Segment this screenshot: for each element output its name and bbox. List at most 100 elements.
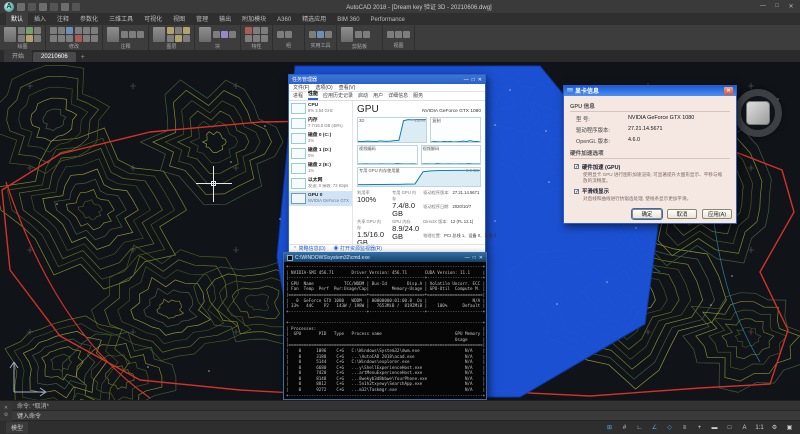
object-tracking-icon[interactable]: ≡ [680,425,689,431]
circle-tool-icon[interactable] [26,27,33,34]
sidebar-item-disk2[interactable]: 磁盘 2 (E:)1% [289,161,352,176]
new-tab-button[interactable]: + [77,54,89,62]
table-tool-icon[interactable] [137,31,144,38]
sidebar-item-cpu[interactable]: CPU8% 3.54 GHz [289,101,352,116]
copy-tool-icon[interactable] [50,35,57,42]
ribbon-tab-manage[interactable]: 管理 [191,12,213,25]
lineweight-ctl-icon[interactable] [261,27,268,34]
taskman-tab-users[interactable]: 用户 [373,92,383,100]
maximize-icon[interactable]: □ [772,3,782,10]
ribbon-group-label[interactable]: 块 [199,42,236,50]
taskman-maximize-icon[interactable]: □ [472,77,475,83]
app-logo-icon[interactable]: A [4,2,14,12]
file-tab-drawing[interactable]: 20210606 [33,52,76,62]
layer-lock-icon[interactable] [183,27,190,34]
arc-tool-icon[interactable] [34,27,41,34]
trim-tool-icon[interactable] [66,27,73,34]
cut-icon[interactable] [363,31,370,38]
file-tab-start[interactable]: 开始 [4,49,32,62]
cancel-button[interactable]: 取消 [667,209,697,219]
ribbon-group-label[interactable]: 视图 [387,41,410,49]
text-tool-icon[interactable] [107,27,119,42]
dynamic-input-icon[interactable]: + [695,425,704,431]
taskman-tab-services[interactable]: 服务 [413,92,423,100]
create-block-icon[interactable] [213,31,220,38]
ok-button[interactable]: 确定 [632,209,662,219]
ribbon-tab-bim360[interactable]: BIM 360 [332,15,364,25]
insert-block-icon[interactable] [199,27,211,42]
ribbon-tab-annotate[interactable]: 注释 [52,12,74,25]
grid-toggle-icon[interactable]: ⊞ [605,424,614,431]
edit-block-icon[interactable] [221,31,228,38]
taskman-title-bar[interactable]: 任务管理器 — □ ✕ [289,75,485,84]
ribbon-tab-performance[interactable]: Performance [366,15,410,25]
hatch-tool-icon[interactable] [26,35,33,42]
sidebar-item-disk0[interactable]: 磁盘 0 (C:)2% [289,131,352,146]
isolate-objects-icon[interactable]: ▣ [785,424,794,431]
ribbon-tab-view[interactable]: 视图 [168,12,190,25]
redo-icon[interactable] [72,3,80,11]
group-create-icon[interactable] [277,31,284,38]
viewcube-cube[interactable] [746,101,770,125]
block-attr-icon[interactable] [229,31,236,38]
workspace-gear-icon[interactable]: ⚙ [770,424,779,431]
rect-tool-icon[interactable] [18,35,25,42]
command-customize-icon[interactable]: ⚙ [4,412,8,418]
measure-tool-icon[interactable] [309,31,316,38]
resource-monitor-link[interactable]: ◉ 打开资源监视器(R) [334,245,382,252]
close-icon[interactable]: ✕ [786,3,796,10]
taskman-tab-performance[interactable]: 性能 [308,90,318,100]
id-point-icon[interactable] [325,31,332,38]
checkbox-icon[interactable]: ✓ [574,189,579,194]
plot-icon[interactable] [50,3,58,11]
new-file-icon[interactable] [17,3,25,11]
offset-tool-icon[interactable] [91,35,98,42]
command-input[interactable]: 键入命令 [12,411,800,421]
ribbon-tab-addins[interactable]: 附加模块 [237,12,271,25]
sidebar-item-disk1[interactable]: 磁盘 1 (D:)0% [289,146,352,161]
ribbon-group-label[interactable]: 特性 [245,42,268,50]
ribbon-group-label[interactable]: 实用工具 [309,41,332,49]
layer-freeze-icon[interactable] [175,27,182,34]
taskman-menu-view[interactable]: 查看(V) [339,84,356,91]
osnap-toggle-icon[interactable]: ◇ [665,424,674,431]
linetype-icon[interactable] [253,27,260,34]
annotation-visibility-icon[interactable]: A [740,425,749,431]
ribbon-tab-output[interactable]: 输出 [214,12,236,25]
smooth-lines-checkbox[interactable]: ✓ 平滑线显示 [574,187,730,195]
annotation-scale-label[interactable]: 1:1 [755,425,764,431]
dimension-tool-icon[interactable] [121,31,128,38]
ribbon-group-label[interactable]: 剪贴板 [341,42,378,50]
ribbon-tab-insert[interactable]: 插入 [29,12,51,25]
stretch-tool-icon[interactable] [75,27,82,34]
command-close-icon[interactable]: ✕ [4,405,8,411]
undo-icon[interactable] [61,3,69,11]
polyline-tool-icon[interactable] [18,27,25,34]
console-maximize-icon[interactable]: □ [473,255,476,261]
fewer-details-link[interactable]: ⌃ 简略信息(D) [293,245,326,252]
taskman-tab-apphistory[interactable]: 应用历史记录 [323,92,353,100]
polar-tracking-icon[interactable]: ∠ [650,424,659,431]
ribbon-tab-visualize[interactable]: 可视化 [139,12,167,25]
color-swatch-icon[interactable] [245,27,252,34]
ribbon-group-label[interactable]: 修改 [50,42,98,50]
taskman-tab-processes[interactable]: 进程 [293,92,303,100]
sidebar-item-memory[interactable]: 内存7.7/16.0 GB (48%) [289,116,352,131]
snap-toggle-icon[interactable]: # [620,425,629,431]
console-minimize-icon[interactable]: — [465,255,470,261]
open-file-icon[interactable] [28,3,36,11]
transparency-ctl-icon[interactable] [261,35,268,42]
ribbon-tab-featured[interactable]: 精选应用 [297,12,331,25]
taskman-menu-file[interactable]: 文件(F) [293,84,309,91]
ribbon-group-label[interactable]: 图层 [153,42,190,50]
copy-clip-icon[interactable] [355,31,362,38]
quickcalc-icon[interactable] [317,31,324,38]
layer-match-icon[interactable] [175,35,182,42]
sidebar-item-ethernet[interactable]: 以太网发送: 0 接收: 72 Kbps [289,176,352,191]
layer-color-icon[interactable] [167,35,174,42]
ribbon-group-label[interactable]: 组 [277,41,300,49]
line-tool-icon[interactable] [4,27,16,42]
viewcube-toggle-icon[interactable] [395,31,402,38]
rotate-tool-icon[interactable] [58,27,65,34]
ribbon-group-label[interactable]: 注释 [107,42,144,50]
